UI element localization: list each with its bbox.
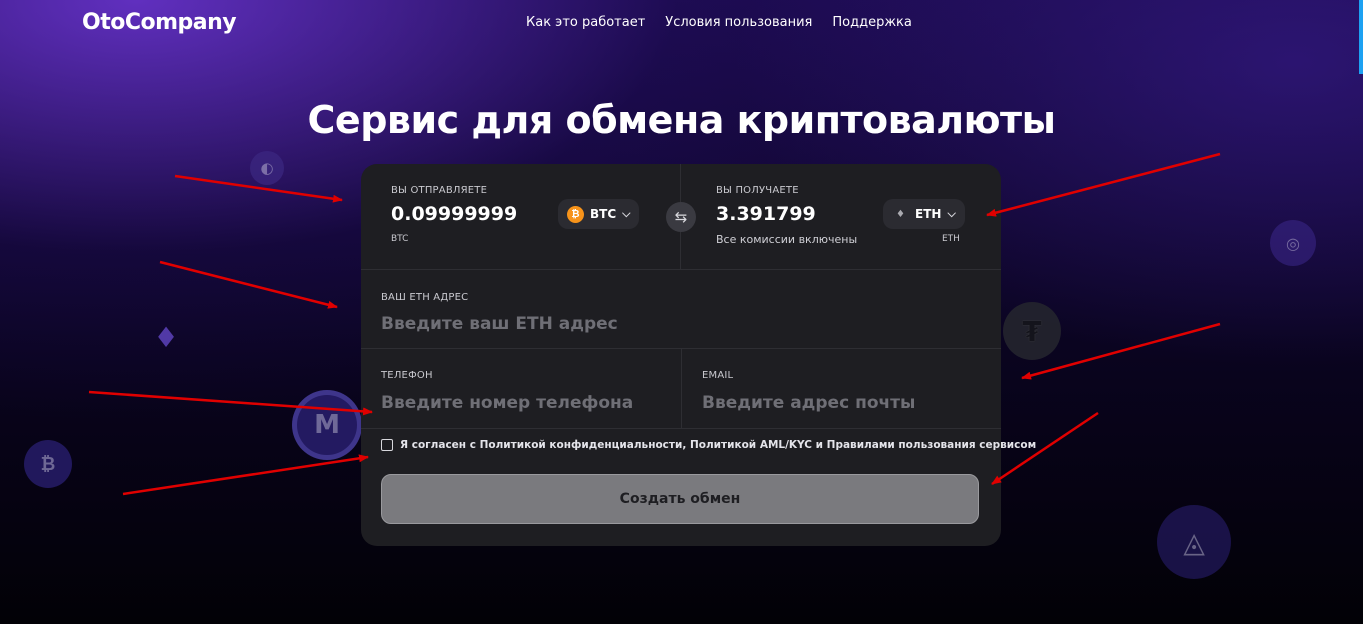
page-title: Сервис для обмена криптовалюты [307,98,1056,142]
consent-checkbox[interactable] [381,439,393,451]
ethereum-icon: ♦ [896,208,905,220]
nav-link-how-it-works[interactable]: Как это работает [526,15,645,30]
consent-row: Я согласен с Политикой конфиденциальност… [381,439,1036,451]
send-label: ВЫ ОТПРАВЛЯЕТЕ [391,185,488,196]
phone-input[interactable] [381,390,671,416]
receive-coin-select[interactable]: ♦ ETH ⌵ [883,199,965,229]
receive-coin-label: ETH [915,207,942,221]
create-exchange-button[interactable]: Создать обмен [381,474,979,524]
nano-coin-icon: ◎ [1270,220,1316,266]
site-logo[interactable]: OtoCompany [82,10,237,35]
nav-links: Как это работает Условия пользования Под… [526,15,912,30]
address-row: ВАШ ETH АДРЕС [361,269,1001,349]
send-currency-note: BTC [391,234,409,244]
top-nav: OtoCompany Как это работает Условия поль… [0,0,1363,46]
dash-coin-icon: ◐ [250,151,284,185]
ethereum-coin-icon: ♦ [153,320,179,354]
phone-label: ТЕЛЕФОН [381,370,433,381]
commission-note: Все комиссии включены [716,233,858,246]
receive-currency-note: ETH [942,234,960,244]
annotation-arrow [122,454,369,496]
tron-coin-icon: ◬ [1157,505,1231,579]
consent-text[interactable]: Я согласен с Политикой конфиденциальност… [400,439,1036,451]
send-coin-select[interactable]: ₿ BTC ⌵ [558,199,640,229]
monero-coin-icon: M [292,390,362,460]
address-label: ВАШ ETH АДРЕС [381,292,469,303]
annotation-arrow [986,152,1221,217]
receive-amount: 3.391799 [716,203,816,225]
email-label: EMAIL [702,370,734,381]
divider [681,348,682,428]
receive-label: ВЫ ПОЛУЧАЕТЕ [716,185,799,196]
nav-link-terms[interactable]: Условия пользования [665,15,812,30]
bitcoin-coin-icon: ₿ [24,440,72,488]
email-input[interactable] [702,390,987,416]
exchange-amounts-row: ВЫ ОТПРАВЛЯЕТЕ 0.09999999 BTC ₿ BTC ⌵ ⇆ … [361,164,1001,270]
chevron-down-icon: ⌵ [947,207,956,220]
nav-link-support[interactable]: Поддержка [832,15,912,30]
send-coin-label: BTC [590,207,617,221]
bitcoin-icon: ₿ [567,205,584,223]
exchange-form-card: ВЫ ОТПРАВЛЯЕТЕ 0.09999999 BTC ₿ BTC ⌵ ⇆ … [361,164,1036,546]
annotation-arrow [159,260,338,309]
tether-coin-icon: ₮ [1003,302,1061,360]
send-amount-input[interactable]: 0.09999999 [391,203,517,225]
swap-icon[interactable]: ⇆ [666,202,696,232]
eth-address-input[interactable] [381,311,981,337]
chevron-down-icon: ⌵ [622,207,631,220]
contact-row: ТЕЛЕФОН EMAIL [361,348,1001,429]
